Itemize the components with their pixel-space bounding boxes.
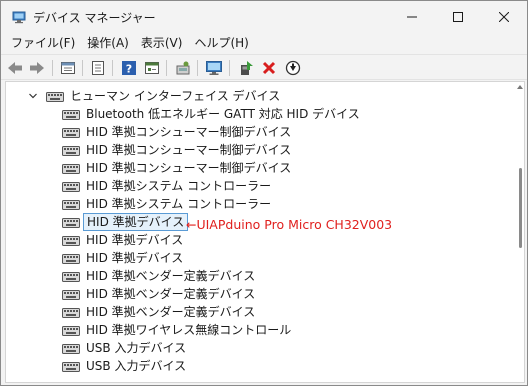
menu-bar: ファイル(F) 操作(A) 表示(V) ヘルプ(H) <box>1 33 527 53</box>
hid-device-icon <box>62 272 80 282</box>
close-icon <box>499 12 509 22</box>
help-button[interactable]: ? <box>119 58 139 78</box>
toolbar-separator <box>112 60 113 76</box>
annotation-text: ←UIAPduino Pro Micro CH32V003 <box>186 217 393 232</box>
hid-device-icon <box>62 326 80 336</box>
scrollbar-thumb[interactable] <box>519 168 522 248</box>
hid-device-icon <box>62 182 80 192</box>
tree-item[interactable]: HID 準拠デバイス <box>62 249 186 267</box>
hid-device-icon <box>62 308 80 318</box>
hid-device-icon <box>62 362 80 372</box>
vertical-scrollbar[interactable] <box>516 82 524 382</box>
svg-text:?: ? <box>126 63 132 76</box>
tree-item-label: HID 準拠コンシューマー制御デバイス <box>86 143 292 157</box>
hid-device-icon <box>62 146 80 156</box>
menu-file[interactable]: ファイル(F) <box>5 33 81 53</box>
hid-device-icon <box>62 344 80 354</box>
tree-item[interactable]: HID 準拠ベンダー定義デバイス <box>62 267 258 285</box>
tree-item[interactable]: HID 準拠ベンダー定義デバイス <box>62 285 258 303</box>
toolbar-separator <box>229 60 230 76</box>
window-title: デバイス マネージャー <box>33 11 156 25</box>
hid-category-icon <box>46 92 64 102</box>
tree-item-label: HID 準拠ワイヤレス無線コントロール <box>86 323 292 337</box>
tree-item-label: USB 入力デバイス <box>86 341 187 355</box>
help-icon: ? <box>122 61 136 76</box>
tree-item-label: HID 準拠デバイス <box>86 233 184 247</box>
tree-item[interactable]: HID 準拠ワイヤレス無線コントロール <box>62 321 294 339</box>
update-driver-button[interactable] <box>236 58 256 78</box>
back-button[interactable] <box>5 58 25 78</box>
minimize-icon <box>407 16 417 18</box>
toolbar-separator <box>197 60 198 76</box>
uninstall-icon <box>262 61 276 75</box>
tree-item-label: Bluetooth 低エネルギー GATT 対応 HID デバイス <box>86 107 360 121</box>
tree-item[interactable]: HID 準拠システム コントローラー <box>62 195 274 213</box>
maximize-icon <box>453 12 463 22</box>
toolbar-separator <box>82 60 83 76</box>
hid-device-icon <box>62 200 80 210</box>
tree-item[interactable]: USB 入力デバイス <box>62 339 189 357</box>
view-icon <box>92 61 104 75</box>
monitor-icon <box>206 61 222 75</box>
tree-item[interactable]: Bluetooth 低エネルギー GATT 対応 HID デバイス <box>62 105 363 123</box>
tree-category-label: ヒューマン インターフェイス デバイス <box>70 89 281 103</box>
tree-item-label: HID 準拠ベンダー定義デバイス <box>86 287 256 301</box>
hid-device-icon <box>62 254 80 264</box>
hid-device-icon <box>62 128 80 138</box>
tree-item-label: HID 準拠デバイス <box>83 213 189 231</box>
toolbar-separator <box>166 60 167 76</box>
monitor-button[interactable] <box>204 58 224 78</box>
tree-item[interactable]: HID 準拠コンシューマー制御デバイス <box>62 141 294 159</box>
title-bar: デバイス マネージャー <box>1 1 527 33</box>
action-icon <box>145 62 159 74</box>
menu-view[interactable]: 表示(V) <box>135 33 189 53</box>
disable-icon <box>285 60 301 76</box>
toolbar-separator <box>52 60 53 76</box>
hid-device-icon <box>62 236 80 246</box>
minimize-button[interactable] <box>389 1 435 33</box>
hid-device-icon <box>62 290 80 300</box>
tree-item-label: HID 準拠デバイス <box>86 251 184 265</box>
chevron-down-icon[interactable] <box>28 91 38 101</box>
tree-item-label: HID 準拠システム コントローラー <box>86 197 272 211</box>
tree-item[interactable]: HID 準拠コンシューマー制御デバイス <box>62 123 294 141</box>
device-manager-window: デバイス マネージャー ファイル(F) 操作(A) 表示(V) ヘルプ(H) ?… <box>0 0 528 386</box>
tree-item-label: HID 準拠コンシューマー制御デバイス <box>86 125 292 139</box>
tree-item[interactable]: HID 準拠システム コントローラー <box>62 177 274 195</box>
back-icon <box>8 62 22 74</box>
view-button[interactable] <box>88 58 108 78</box>
tree-item[interactable]: HID 準拠ベンダー定義デバイス <box>62 303 258 321</box>
device-tree[interactable]: ヒューマン インターフェイス デバイス Bluetooth 低エネルギー GAT… <box>5 81 525 383</box>
update-driver-icon <box>241 61 253 75</box>
hid-device-icon <box>62 218 80 228</box>
tree-item-label: USB 入力デバイス <box>86 359 187 373</box>
toolbar: ? <box>1 54 527 80</box>
close-button[interactable] <box>481 1 527 33</box>
tree-item[interactable]: HID 準拠デバイス <box>62 231 186 249</box>
hid-device-icon <box>62 110 80 120</box>
properties-button[interactable] <box>58 58 78 78</box>
action-button[interactable] <box>142 58 162 78</box>
tree-item[interactable]: HID 準拠コンシューマー制御デバイス <box>62 159 294 177</box>
disable-button[interactable] <box>283 58 303 78</box>
scan-hardware-icon <box>176 61 190 75</box>
hid-device-icon <box>62 164 80 174</box>
properties-icon <box>61 62 75 74</box>
tree-item-label: HID 準拠システム コントローラー <box>86 179 272 193</box>
scan-hardware-button[interactable] <box>173 58 193 78</box>
menu-action[interactable]: 操作(A) <box>81 33 135 53</box>
device-manager-icon <box>12 11 26 24</box>
tree-item-selected[interactable]: HID 準拠デバイス <box>62 213 189 231</box>
tree-category-hid[interactable]: ヒューマン インターフェイス デバイス <box>28 87 283 105</box>
forward-button[interactable] <box>27 58 47 78</box>
maximize-button[interactable] <box>435 1 481 33</box>
tree-item-label: HID 準拠ベンダー定義デバイス <box>86 305 256 319</box>
uninstall-button[interactable] <box>259 58 279 78</box>
forward-icon <box>30 62 44 74</box>
menu-help[interactable]: ヘルプ(H) <box>188 33 254 53</box>
scroll-up-arrow-icon[interactable] <box>517 84 523 90</box>
tree-item[interactable]: USB 入力デバイス <box>62 357 189 375</box>
tree-item-label: HID 準拠コンシューマー制御デバイス <box>86 161 292 175</box>
tree-item-label: HID 準拠ベンダー定義デバイス <box>86 269 256 283</box>
